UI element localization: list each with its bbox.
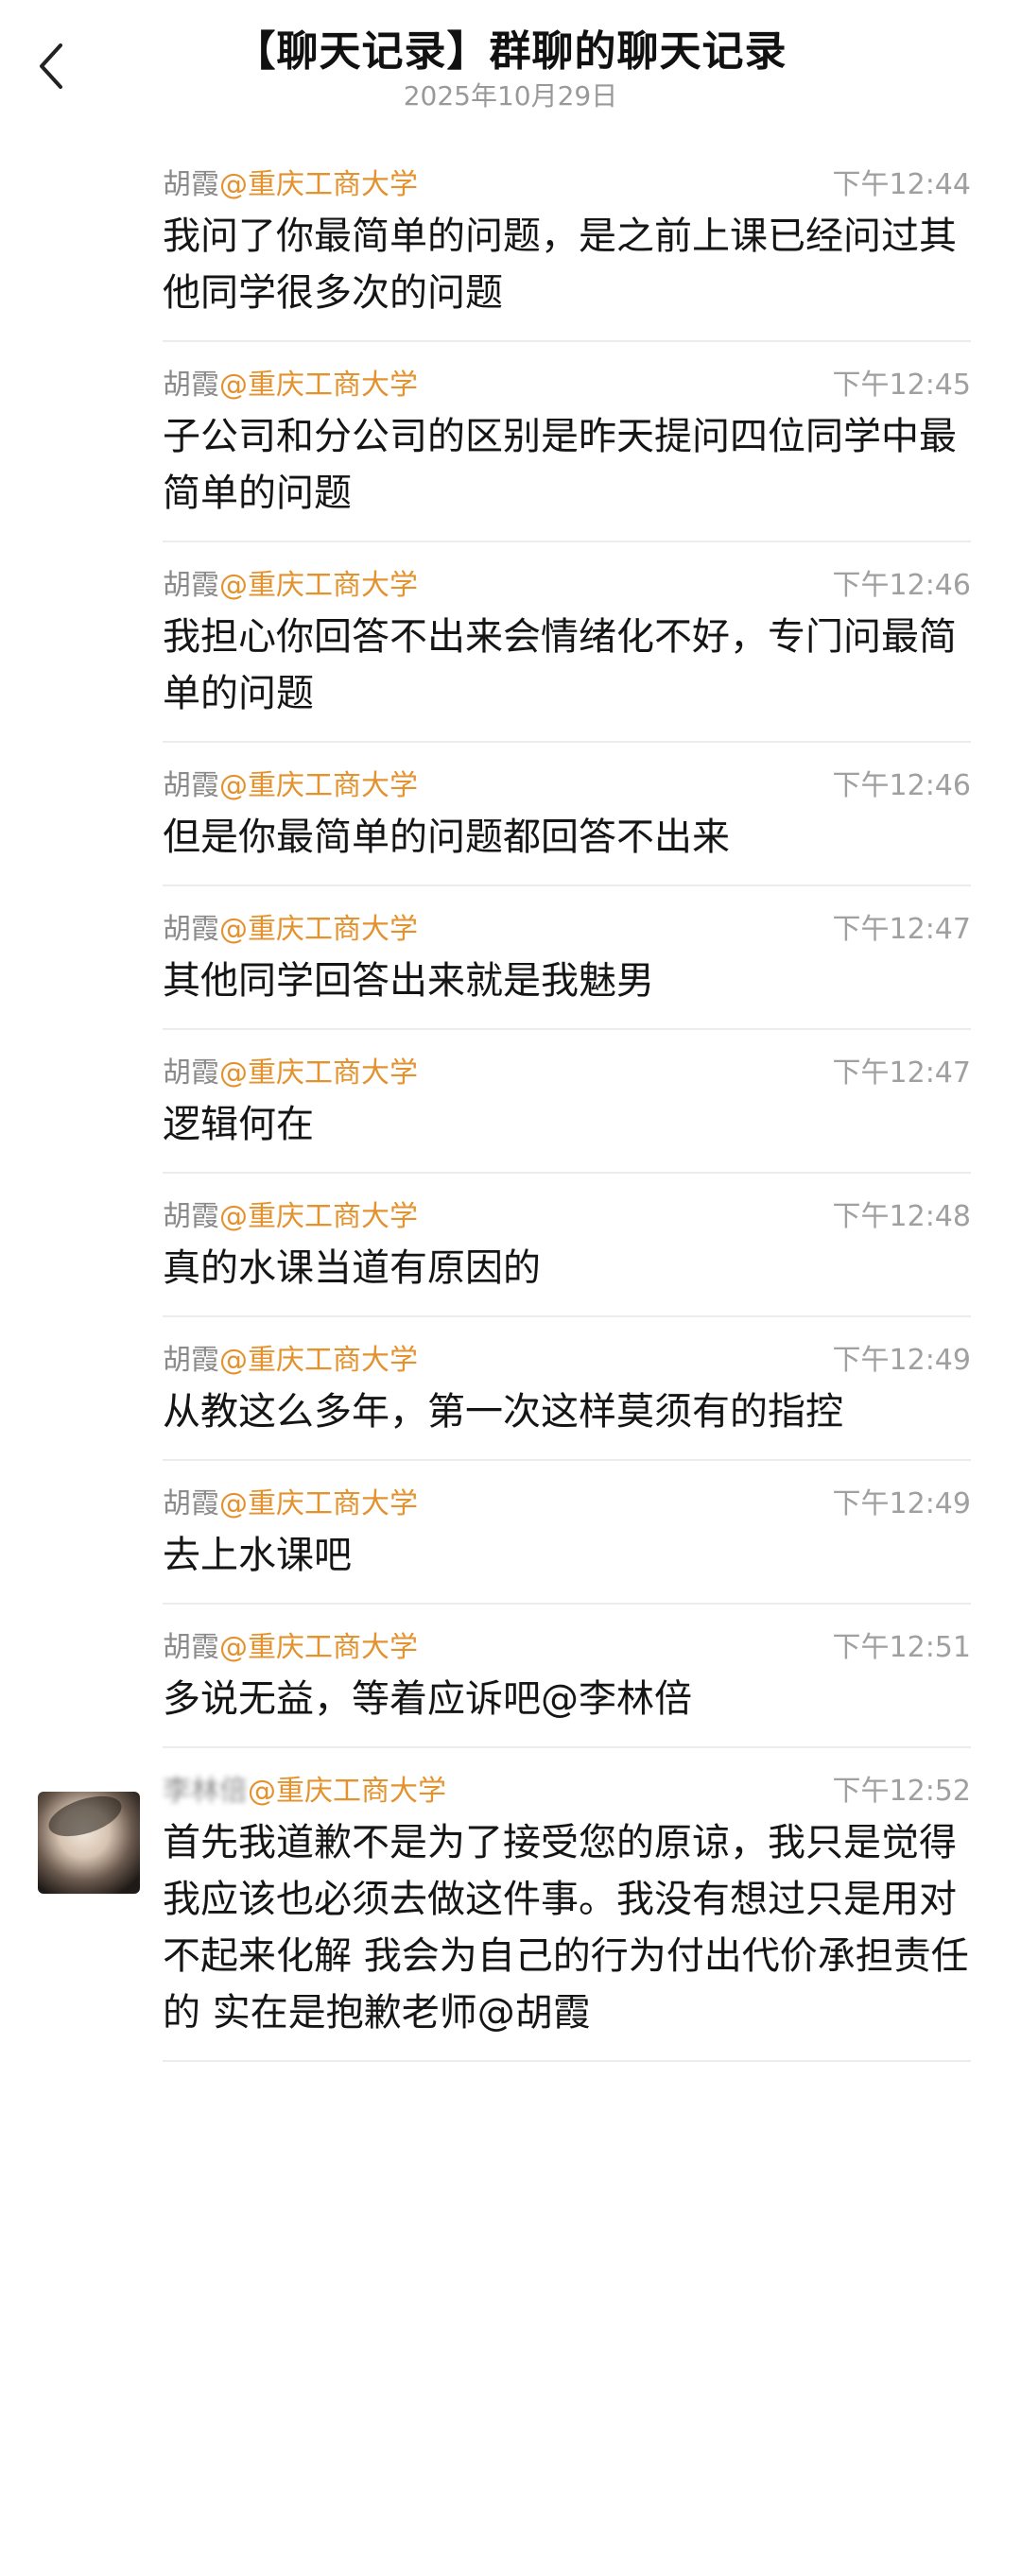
sender-name: 胡霞: [163, 1487, 219, 1520]
message-time: 下午12:46: [832, 769, 971, 802]
message-item[interactable]: 胡霞@重庆工商大学 下午12:44 我问了你最简单的问题，是之前上课已经问过其他…: [0, 142, 1021, 342]
sender-name: 李林倍: [163, 1775, 248, 1808]
sender: 胡霞@重庆工商大学: [163, 1480, 418, 1521]
message-text: 从教这么多年，第一次这样莫须有的指控: [163, 1390, 843, 1434]
page-title: 【聊天记录】群聊的聊天记录: [234, 27, 787, 76]
sender: 胡霞@重庆工商大学: [163, 1193, 418, 1234]
sender-org: @重庆工商大学: [219, 769, 418, 802]
sender-org: @重庆工商大学: [219, 913, 418, 946]
message-time: 下午12:49: [832, 1487, 971, 1520]
sender-org: @重庆工商大学: [219, 1200, 418, 1233]
sender: 胡霞@重庆工商大学: [163, 1623, 418, 1665]
message-item[interactable]: 胡霞@重庆工商大学 下午12:48 真的水课当道有原因的: [0, 1174, 1021, 1317]
sender-org: @重庆工商大学: [219, 1056, 418, 1090]
message-item[interactable]: 胡霞@重庆工商大学 下午12:49 从教这么多年，第一次这样莫须有的指控: [0, 1317, 1021, 1461]
sender: 胡霞@重庆工商大学: [163, 161, 418, 202]
sender: 胡霞@重庆工商大学: [163, 1049, 418, 1091]
message-item[interactable]: 胡霞@重庆工商大学 下午12:46 我担心你回答不出来会情绪化不好，专门问最简单…: [0, 542, 1021, 743]
sender: 胡霞@重庆工商大学: [163, 561, 418, 603]
message-text: 去上水课吧: [163, 1534, 352, 1577]
sender-name: 胡霞: [163, 168, 219, 201]
sender-name: 胡霞: [163, 913, 219, 946]
sender-org: @重庆工商大学: [219, 369, 418, 402]
sender-name: 胡霞: [163, 369, 219, 402]
message-time: 下午12:49: [832, 1344, 971, 1377]
message-text: 逻辑何在: [163, 1103, 314, 1146]
sender-name: 胡霞: [163, 1200, 219, 1233]
message-time: 下午12:46: [832, 569, 971, 602]
message-text: 但是你最简单的问题都回答不出来: [163, 816, 730, 859]
sender-org: @重庆工商大学: [219, 569, 418, 602]
message-time: 下午12:51: [832, 1631, 971, 1664]
sender-org: @重庆工商大学: [219, 168, 418, 201]
message-item[interactable]: 胡霞@重庆工商大学 下午12:51 多说无益，等着应诉吧@李林倍: [0, 1605, 1021, 1748]
sender-org: @重庆工商大学: [248, 1775, 446, 1808]
sender-name: 胡霞: [163, 769, 219, 802]
sender-name: 胡霞: [163, 1056, 219, 1090]
message-item[interactable]: 胡霞@重庆工商大学 下午12:45 子公司和分公司的区别是昨天提问四位同学中最简…: [0, 342, 1021, 542]
message-item[interactable]: 胡霞@重庆工商大学 下午12:47 逻辑何在: [0, 1030, 1021, 1174]
message-text: 真的水课当道有原因的: [163, 1246, 541, 1290]
header: 【聊天记录】群聊的聊天记录 2025年10月29日: [0, 0, 1021, 132]
message-text: 子公司和分公司的区别是昨天提问四位同学中最简单的问题: [163, 415, 957, 515]
page-date: 2025年10月29日: [403, 80, 618, 112]
message-time: 下午12:47: [832, 1056, 971, 1090]
message-item[interactable]: 胡霞@重庆工商大学 下午12:49 去上水课吧: [0, 1461, 1021, 1605]
avatar[interactable]: [38, 1792, 140, 1894]
sender-name: 胡霞: [163, 1631, 219, 1664]
message-time: 下午12:52: [832, 1775, 971, 1808]
message-time: 下午12:45: [832, 369, 971, 402]
sender: 胡霞@重庆工商大学: [163, 762, 418, 803]
message-time: 下午12:47: [832, 913, 971, 946]
message-item[interactable]: 胡霞@重庆工商大学 下午12:46 但是你最简单的问题都回答不出来: [0, 743, 1021, 886]
sender-name: 胡霞: [163, 1344, 219, 1377]
sender-org: @重庆工商大学: [219, 1631, 418, 1664]
message-text: 我问了你最简单的问题，是之前上课已经问过其他同学很多次的问题: [163, 215, 957, 315]
message-text: 首先我道歉不是为了接受您的原谅，我只是觉得我应该也必须去做这件事。我没有想过只是…: [163, 1821, 969, 2035]
sender: 胡霞@重庆工商大学: [163, 1336, 418, 1378]
message-list: 胡霞@重庆工商大学 下午12:44 我问了你最简单的问题，是之前上课已经问过其他…: [0, 142, 1021, 2062]
sender: 胡霞@重庆工商大学: [163, 361, 418, 403]
message-item-with-avatar[interactable]: 李林倍@重庆工商大学 下午12:52 首先我道歉不是为了接受您的原谅，我只是觉得…: [0, 1748, 1021, 2062]
sender: 李林倍@重庆工商大学: [163, 1767, 446, 1809]
sender-org: @重庆工商大学: [219, 1344, 418, 1377]
sender: 胡霞@重庆工商大学: [163, 905, 418, 947]
message-text: 我担心你回答不出来会情绪化不好，专门问最简单的问题: [163, 615, 957, 715]
sender-name: 胡霞: [163, 569, 219, 602]
message-text: 其他同学回答出来就是我魅男: [163, 959, 654, 1003]
message-time: 下午12:48: [832, 1200, 971, 1233]
message-time: 下午12:44: [832, 168, 971, 201]
sender-org: @重庆工商大学: [219, 1487, 418, 1520]
message-text: 多说无益，等着应诉吧@李林倍: [163, 1677, 692, 1721]
message-item[interactable]: 胡霞@重庆工商大学 下午12:47 其他同学回答出来就是我魅男: [0, 886, 1021, 1030]
